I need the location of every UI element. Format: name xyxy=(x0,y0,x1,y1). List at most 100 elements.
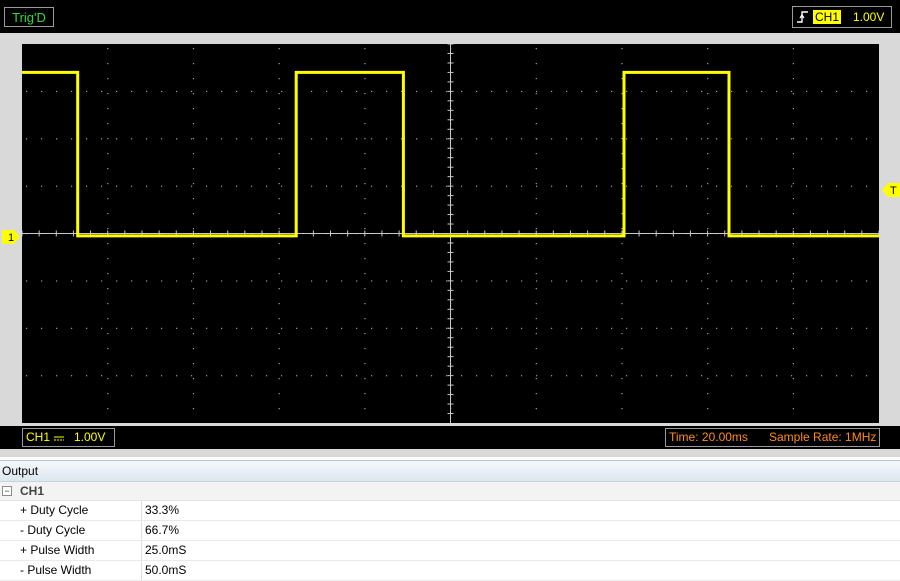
grid-dot xyxy=(641,375,643,377)
grid-dot xyxy=(535,243,537,245)
grid-dot xyxy=(792,108,794,110)
grid-dot xyxy=(107,363,109,365)
grid-dot xyxy=(416,327,418,329)
grid-dot xyxy=(192,108,195,110)
collapse-icon[interactable]: − xyxy=(2,486,12,496)
grid-dot xyxy=(206,375,208,377)
grid-dot xyxy=(107,333,109,335)
grid-dot xyxy=(278,183,280,185)
grid-dot xyxy=(701,138,703,140)
grid-dot xyxy=(296,375,298,377)
grid-dot xyxy=(506,280,508,282)
grid-dot xyxy=(791,280,793,282)
grid-dot xyxy=(611,138,613,140)
grid-dot xyxy=(792,408,794,410)
grid-dot xyxy=(621,228,623,230)
grid-dot xyxy=(792,48,794,50)
grid-dot xyxy=(56,185,58,187)
grid-dot xyxy=(326,327,328,329)
grid-dot xyxy=(792,258,794,260)
grid-dot xyxy=(701,90,703,93)
grid-dot xyxy=(364,183,366,185)
grid-dot xyxy=(707,138,709,140)
grid-dot xyxy=(86,327,88,329)
grid-dot xyxy=(251,327,253,329)
trigger-marker-label: T xyxy=(890,185,897,197)
grid-dot xyxy=(621,348,623,350)
grid-dot xyxy=(107,183,109,185)
grid-dot xyxy=(192,408,195,410)
grid-dot xyxy=(792,273,794,275)
grid-dot xyxy=(521,185,523,187)
grid-dot xyxy=(621,153,623,155)
grid-dot xyxy=(686,280,688,282)
grid-dot xyxy=(671,90,673,93)
grid-dot xyxy=(806,375,808,377)
measurement-row[interactable]: - Pulse Width 50.0mS xyxy=(0,561,900,581)
grid-dot xyxy=(192,288,195,290)
grid-dot xyxy=(851,138,853,140)
measurement-row[interactable]: + Duty Cycle 33.3% xyxy=(0,501,900,521)
grid-dot xyxy=(101,185,103,187)
grid-dot xyxy=(551,327,553,329)
grid-dot xyxy=(866,375,868,377)
grid-dot xyxy=(131,327,133,329)
grid-dot xyxy=(278,153,280,155)
channel-scale-box[interactable]: CH1 1.00V xyxy=(22,428,115,447)
grid-dot xyxy=(621,408,623,410)
grid-dot xyxy=(71,185,73,187)
grid-dot xyxy=(311,280,313,282)
grid-dot xyxy=(707,333,709,335)
grid-dot xyxy=(107,108,109,110)
status-bar-bottom: CH1 1.00V Time: 20.00ms Sample Rate: 1MH… xyxy=(0,426,900,449)
grid-dot xyxy=(551,90,553,93)
grid-dot xyxy=(281,327,283,329)
grid-dot xyxy=(716,185,718,187)
grid-dot xyxy=(101,138,103,140)
trigger-settings[interactable]: CH1 1.00V xyxy=(792,6,892,28)
grid-dot xyxy=(116,138,118,140)
measurement-value: 50.0mS xyxy=(145,563,187,577)
grid-dot xyxy=(192,138,195,140)
grid-dot xyxy=(535,393,537,395)
grid-dot xyxy=(536,327,538,329)
grid-dot xyxy=(535,183,537,185)
grid-dot xyxy=(707,153,709,155)
grid-dot xyxy=(431,375,433,377)
grid-dot xyxy=(386,280,388,282)
waveform-display[interactable] xyxy=(22,44,879,423)
grid-dot xyxy=(221,138,223,140)
grid-dot xyxy=(107,168,109,170)
measurement-label: - Duty Cycle xyxy=(20,523,86,537)
timebase-box[interactable]: Time: 20.00ms Sample Rate: 1MHz xyxy=(665,428,880,447)
grid-dot xyxy=(278,288,280,290)
grid-dot xyxy=(746,280,748,282)
grid-dot xyxy=(551,138,553,140)
grid-dot xyxy=(491,280,493,282)
grid-dot xyxy=(792,378,794,380)
grid-dot xyxy=(476,90,478,93)
sample-rate: Sample Rate: 1MHz xyxy=(769,430,877,444)
grid-dot xyxy=(356,185,358,187)
grid-dot xyxy=(192,363,195,365)
measurement-label: + Duty Cycle xyxy=(20,503,89,517)
grid-dot xyxy=(761,90,763,93)
grid-dot xyxy=(621,168,623,170)
grid-dot xyxy=(621,198,623,200)
channel-1-level-marker[interactable]: 1 xyxy=(2,230,20,244)
grid-dot xyxy=(476,280,478,282)
grid-dot xyxy=(431,327,433,329)
grid-dot xyxy=(131,138,133,140)
grid-dot xyxy=(278,258,280,260)
grid-dot xyxy=(26,327,28,329)
measurement-row[interactable]: - Duty Cycle 66.7% xyxy=(0,521,900,541)
trigger-level-marker[interactable]: T xyxy=(882,183,900,197)
grid-dot xyxy=(671,185,673,187)
grid-dot xyxy=(131,90,133,93)
grid-dot xyxy=(364,168,366,170)
measurement-row[interactable]: + Pulse Width 25.0mS xyxy=(0,541,900,561)
grid-dot xyxy=(192,63,195,65)
grid-dot xyxy=(251,375,253,377)
measurement-group-ch1[interactable]: − CH1 xyxy=(0,482,900,501)
grid-dot xyxy=(192,93,195,95)
